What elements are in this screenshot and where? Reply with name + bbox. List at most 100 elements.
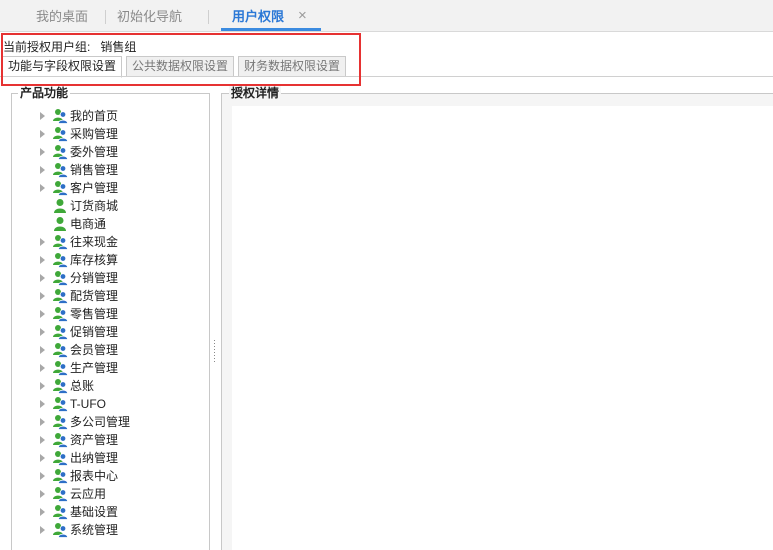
tree-item[interactable]: 委外管理 [12, 143, 209, 161]
user-group-icon [52, 504, 69, 520]
user-group-icon [52, 162, 69, 178]
tab-init-navigation[interactable]: 初始化导航 [117, 0, 182, 31]
expand-arrow-icon[interactable] [40, 508, 45, 516]
user-group-icon [52, 270, 69, 286]
top-tab-bar: 我的桌面 初始化导航 用户权限 × [0, 0, 773, 32]
tree-item-label: 委外管理 [70, 145, 119, 159]
authorization-details-content [232, 106, 773, 550]
tree-item[interactable]: 多公司管理 [12, 413, 209, 431]
expand-arrow-icon[interactable] [40, 148, 45, 156]
user-group-icon [52, 432, 69, 448]
expand-arrow-icon[interactable] [40, 166, 45, 174]
tree-item[interactable]: 基础设置 [12, 503, 209, 521]
expand-arrow-icon[interactable] [40, 400, 45, 408]
tab-separator [105, 10, 106, 24]
tree-item[interactable]: 云应用 [12, 485, 209, 503]
tree-item[interactable]: T-UFO [12, 395, 209, 413]
expand-arrow-icon[interactable] [40, 292, 45, 300]
user-group-icon [52, 306, 69, 322]
tree-item[interactable]: 会员管理 [12, 341, 209, 359]
tree-item[interactable]: 促销管理 [12, 323, 209, 341]
user-group-value: 销售组 [100, 40, 137, 54]
tree-item[interactable]: 零售管理 [12, 305, 209, 323]
tree-item[interactable]: 报表中心 [12, 467, 209, 485]
expand-arrow-icon[interactable] [40, 490, 45, 498]
tree-item-label: 多公司管理 [70, 415, 131, 429]
tree-item-label: 基础设置 [70, 505, 119, 519]
close-icon[interactable]: × [298, 8, 307, 24]
expand-arrow-icon[interactable] [40, 130, 45, 138]
tree-item-label: 会员管理 [70, 343, 119, 357]
panel-splitter-handle[interactable] [213, 340, 216, 364]
user-group-icon [52, 108, 69, 124]
tree-item[interactable]: 总账 [12, 377, 209, 395]
tree-item-label: 订货商城 [70, 199, 119, 213]
user-group-icon [52, 468, 69, 484]
tree-item[interactable]: 采购管理 [12, 125, 209, 143]
user-group-icon [52, 180, 69, 196]
tree-item[interactable]: 出纳管理 [12, 449, 209, 467]
expand-arrow-icon[interactable] [40, 238, 45, 246]
user-group-icon [52, 378, 69, 394]
tree-item-label: 总账 [70, 379, 95, 393]
tab-my-desktop[interactable]: 我的桌面 [36, 0, 88, 31]
user-group-icon [52, 342, 69, 358]
user-icon [52, 198, 69, 214]
tree-item[interactable]: 订货商城 [12, 197, 209, 215]
expand-arrow-icon[interactable] [40, 274, 45, 282]
tree-item-label: 出纳管理 [70, 451, 119, 465]
tree-item[interactable]: 系统管理 [12, 521, 209, 539]
tree-item[interactable]: 我的首页 [12, 107, 209, 125]
expand-arrow-icon[interactable] [40, 112, 45, 120]
tab-separator [208, 10, 209, 24]
tree-item[interactable]: 往来现金 [12, 233, 209, 251]
tree-item[interactable]: 生产管理 [12, 359, 209, 377]
tree-item[interactable]: 分销管理 [12, 269, 209, 287]
expand-arrow-icon[interactable] [40, 436, 45, 444]
user-group-icon [52, 450, 69, 466]
expand-arrow-icon[interactable] [40, 328, 45, 336]
expand-arrow-icon[interactable] [40, 310, 45, 318]
subtab-function-field-permissions[interactable]: 功能与字段权限设置 [2, 56, 123, 78]
panel-title: 授权详情 [229, 86, 282, 100]
user-group-icon [52, 126, 69, 142]
tree-item-label: 云应用 [70, 487, 107, 501]
tree-item-label: 资产管理 [70, 433, 119, 447]
tree-item[interactable]: 资产管理 [12, 431, 209, 449]
tab-user-permissions[interactable]: 用户权限 [232, 0, 284, 31]
expand-arrow-icon[interactable] [40, 454, 45, 462]
expand-arrow-icon[interactable] [40, 382, 45, 390]
user-group-icon [52, 414, 69, 430]
expand-arrow-icon[interactable] [40, 472, 45, 480]
user-group-icon [52, 324, 69, 340]
product-functions-panel: 产品功能 我的首页 采购管理 委外管理 销售管理 客户管理 订货商城 电商通 往来现金 库存核算… [11, 86, 210, 550]
expand-arrow-icon[interactable] [40, 184, 45, 192]
expand-arrow-icon[interactable] [40, 364, 45, 372]
tree-item-label: 零售管理 [70, 307, 119, 321]
expand-arrow-icon[interactable] [40, 418, 45, 426]
user-group-icon [52, 360, 69, 376]
tree-item-label: 促销管理 [70, 325, 119, 339]
tree-item[interactable]: 电商通 [12, 215, 209, 233]
tree-item-label: 电商通 [70, 217, 107, 231]
user-group-icon [52, 486, 69, 502]
expand-arrow-icon[interactable] [40, 256, 45, 264]
user-group-icon [52, 252, 69, 268]
tree-item[interactable]: 配货管理 [12, 287, 209, 305]
subtab-divider [0, 76, 773, 77]
tree-item[interactable]: 库存核算 [12, 251, 209, 269]
expand-arrow-icon[interactable] [40, 526, 45, 534]
subtab-public-data-permissions[interactable]: 公共数据权限设置 [126, 56, 235, 77]
tree-item[interactable]: 销售管理 [12, 161, 209, 179]
tree-item-label: 生产管理 [70, 361, 119, 375]
user-group-label: 当前授权用户组: [3, 40, 91, 54]
subtab-finance-data-permissions[interactable]: 财务数据权限设置 [238, 56, 347, 77]
user-group-icon [52, 144, 69, 160]
tree-item-label: 库存核算 [70, 253, 119, 267]
tree-item[interactable]: 客户管理 [12, 179, 209, 197]
user-icon [52, 216, 69, 232]
tree-item-label: 我的首页 [70, 109, 119, 123]
expand-arrow-icon[interactable] [40, 346, 45, 354]
authorization-details-panel: 授权详情 [221, 86, 773, 550]
user-group-icon [52, 234, 69, 250]
